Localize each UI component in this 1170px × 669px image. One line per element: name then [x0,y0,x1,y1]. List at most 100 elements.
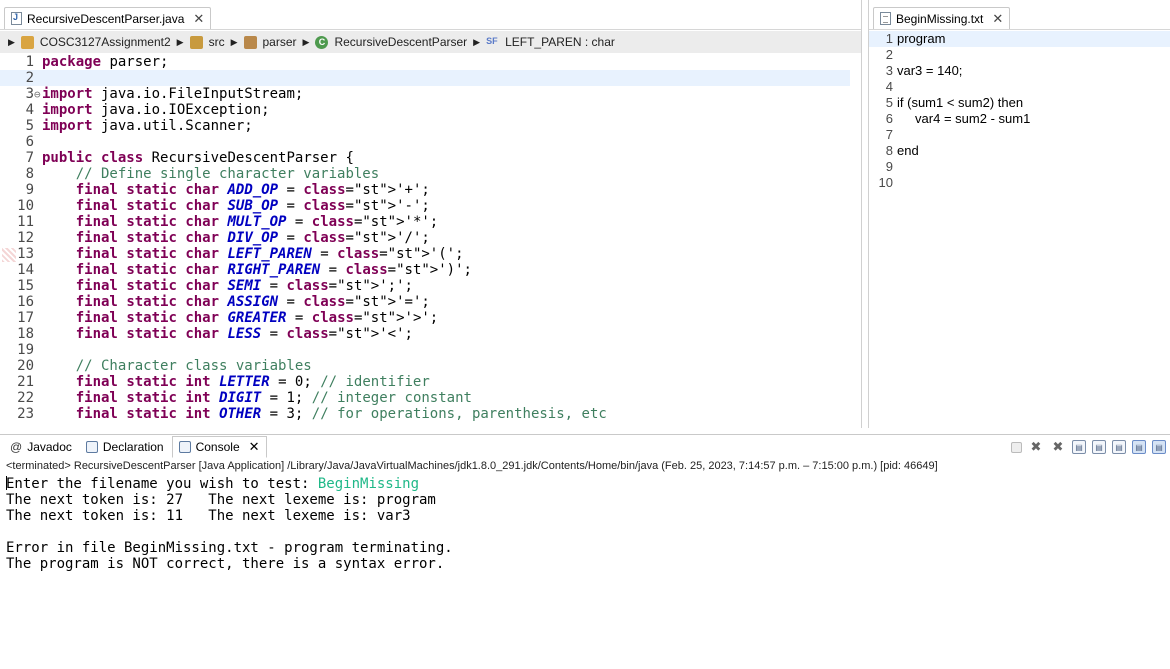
console-tab-bar: @ Javadoc Declaration Console ✕ [0,435,267,459]
line-number: 10 [878,175,893,190]
code-line[interactable]: 16 final static char ASSIGN = class="st"… [0,294,850,310]
clear-console-icon[interactable]: ▤ [1072,440,1086,454]
breadcrumb-class[interactable]: RecursiveDescentParser [334,35,467,49]
terminated-status: <terminated> RecursiveDescentParser [Jav… [6,460,938,472]
text-line[interactable]: 2 [869,47,1170,63]
line-number: 4 [885,79,893,94]
tab-begin-missing[interactable]: BeginMissing.txt ✕ [873,7,1011,29]
console-line: Enter the filename you wish to test: Beg… [6,476,453,492]
code-line[interactable]: 1 package parser; [0,54,850,70]
code-line[interactable]: 10 final static char SUB_OP = class="st"… [0,198,850,214]
static-field-icon: SF [486,35,498,46]
scroll-lock-icon[interactable]: ▤ [1092,440,1106,454]
code-line[interactable]: 18 final static char LESS = class="st">'… [0,326,850,342]
text-line[interactable]: 3 var3 = 140; [869,63,1170,79]
text-line[interactable]: 10 [869,175,1170,191]
text-line[interactable]: 6 var4 = sum2 - sum1 [869,111,1170,127]
console-toolbar: ✖ ✖ ▤ ▤ ▤ ▤ ▤ [1011,439,1166,455]
fold-gutter [34,391,42,407]
show-on-output-icon[interactable]: ▤ [1132,440,1146,454]
code-text: import java.util.Scanner; [42,118,253,134]
close-icon[interactable]: ✕ [992,12,1003,25]
code-line[interactable]: 9 final static char ADD_OP = class="st">… [0,182,850,198]
chevron-right-icon: ▶ [302,36,310,47]
text-area[interactable]: 1 program 2 3 var3 = 140; 4 5 if (sum1 < sum2) … [869,31,1170,191]
word-wrap-icon[interactable]: ▤ [1112,440,1126,454]
text-line[interactable]: 1 program [869,31,1170,47]
code-text: import java.io.IOException; [42,102,270,118]
console-user-input: BeginMissing [317,476,420,492]
code-line[interactable]: 14 final static char RIGHT_PAREN = class… [0,262,850,278]
console-line: Error in file BeginMissing.txt - program… [6,540,453,556]
fold-gutter [34,327,42,343]
code-text: package parser; [42,54,169,70]
text-line[interactable]: 5 if (sum1 < sum2) then [869,95,1170,111]
code-text: final static char LESS = class="st">'<'; [75,326,413,342]
tab-javadoc[interactable]: @ Javadoc [4,436,78,458]
tab-recursive-descent-parser[interactable]: RecursiveDescentParser.java ✕ [4,7,212,29]
code-line[interactable]: 15 final static char SEMI = class="st">'… [0,278,850,294]
line-number: 3 [885,63,893,78]
java-file-icon [11,12,22,25]
console-output[interactable]: Enter the filename you wish to test: Beg… [6,476,453,572]
code-line[interactable]: 7 public class RecursiveDescentParser { [0,150,850,166]
editor-tab-bar: RecursiveDescentParser.java ✕ [0,7,861,30]
chevron-right-icon: ▶ [8,36,15,47]
code-line[interactable]: 23 final static int OTHER = 3; // for op… [0,406,850,422]
terminate-icon[interactable] [1011,441,1022,453]
code-line[interactable]: 8 // Define single character variables [0,166,850,182]
show-on-error-icon[interactable]: ▤ [1152,440,1166,454]
breadcrumb-package[interactable]: parser [263,35,297,49]
code-line[interactable]: 11 final static char MULT_OP = class="st… [0,214,850,230]
breadcrumb-project[interactable]: COSC3127Assignment2 [40,35,171,49]
tab-console[interactable]: Console ✕ [171,436,267,458]
code-line[interactable]: 12 final static char DIV_OP = class="st"… [0,230,850,246]
code-area[interactable]: 1 package parser; 2 3⊖import java.io.File… [0,54,850,422]
chevron-right-icon: ▶ [473,36,481,47]
text-line[interactable]: 8 end [869,143,1170,159]
tab-declaration[interactable]: Declaration [80,436,170,458]
code-line[interactable]: 6 [0,134,850,150]
code-text: // Character class variables [75,358,312,374]
fold-icon[interactable]: ⊖ [34,87,42,103]
code-line[interactable]: 21 final static int LETTER = 0; // ident… [0,374,850,390]
tab-label: RecursiveDescentParser.java [27,11,185,26]
breadcrumb-field[interactable]: LEFT_PAREN : char [505,35,615,49]
console-line: The next token is: 11 The next lexeme is… [6,508,411,524]
code-line[interactable]: 4 import java.io.IOException; [0,102,850,118]
text-line[interactable]: 7 [869,127,1170,143]
line-number: 9 [885,159,893,174]
line-number: 2 [885,47,893,62]
fold-gutter [34,199,42,215]
project-icon [20,35,34,49]
fold-gutter [34,231,42,247]
breadcrumb-folder[interactable]: src [209,35,225,49]
text-editor: BeginMissing.txt ✕ 1 program 2 3 var3 = 140;… [868,0,1170,428]
code-line[interactable]: 5 import java.util.Scanner; [0,118,850,134]
fold-gutter [34,263,42,279]
fold-gutter [34,247,42,263]
fold-gutter [34,311,42,327]
code-line[interactable]: 20 // Character class variables [0,358,850,374]
code-text: final static char LEFT_PAREN = class="st… [75,246,464,262]
code-text: // Define single character variables [75,166,380,182]
line-number: 8 [885,143,893,158]
line-number: 1 [885,31,893,46]
text-line[interactable]: 4 [869,79,1170,95]
console-line: The next token is: 27 The next lexeme is… [6,492,436,508]
close-icon[interactable]: ✕ [193,12,204,25]
chevron-right-icon: ▶ [230,36,238,47]
fold-gutter [34,343,42,359]
code-line[interactable]: 22 final static int DIGIT = 1; // intege… [0,390,850,406]
code-line[interactable]: 2 [0,70,850,86]
code-line[interactable]: 19 [0,342,850,358]
code-line[interactable]: 17 final static char GREATER = class="st… [0,310,850,326]
remove-all-icon[interactable]: ✖ [1050,439,1066,455]
code-line[interactable]: 3⊖import java.io.FileInputStream; [0,86,850,102]
code-line[interactable]: 13 final static char LEFT_PAREN = class=… [0,246,850,262]
tab-label: Javadoc [27,440,72,454]
fold-gutter [34,279,42,295]
text-line[interactable]: 9 [869,159,1170,175]
remove-launch-icon[interactable]: ✖ [1028,439,1044,455]
close-icon[interactable]: ✕ [249,439,260,455]
